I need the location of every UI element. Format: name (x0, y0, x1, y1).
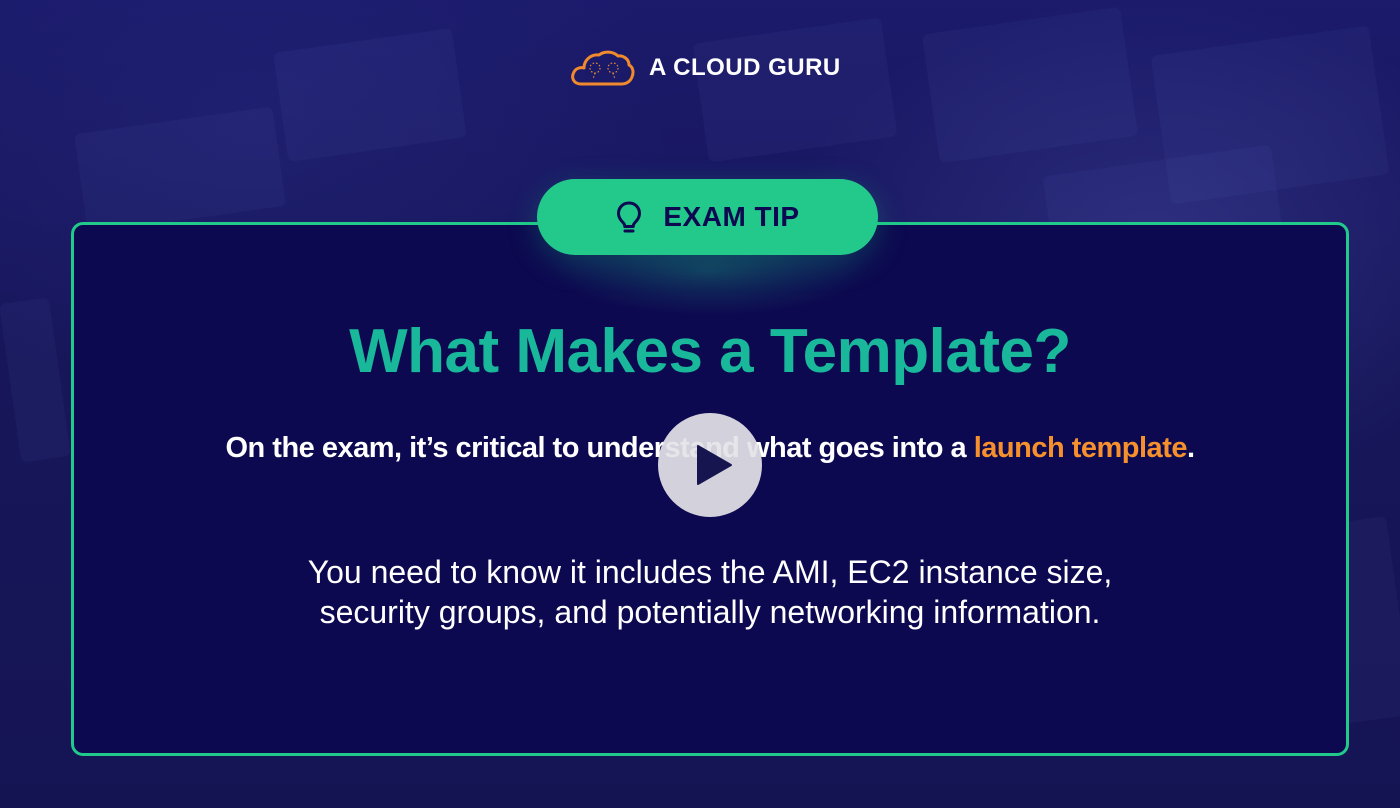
cloud-icon (571, 50, 635, 86)
brand-name: A CLOUD GURU (649, 54, 841, 81)
play-icon (697, 445, 732, 485)
background-tile (74, 106, 286, 234)
slide-title: What Makes a Template? (349, 317, 1071, 386)
background-tile (273, 28, 467, 162)
background-tile (692, 17, 898, 163)
subtitle-text: On the exam, it’s critical to understand… (225, 432, 974, 464)
brand-logo: A CLOUD GURU (569, 46, 841, 90)
exam-tip-badge: EXAM TIP (537, 179, 878, 255)
play-button[interactable] (658, 413, 762, 517)
subtitle-period: . (1186, 432, 1195, 464)
video-frame: A CLOUD GURU EXAM TIP What Makes a Templ… (0, 0, 1400, 808)
badge-label: EXAM TIP (663, 201, 800, 232)
background-tile (921, 6, 1139, 164)
lightbulb-icon (617, 201, 642, 233)
background-tile (0, 297, 71, 463)
body-line: security groups, and potentially network… (319, 594, 1101, 630)
subtitle-highlight: launch template (973, 432, 1188, 464)
body-line: You need to know it includes the AMI, EC… (307, 554, 1113, 590)
slide-body: You need to know it includes the AMI, EC… (71, 552, 1349, 632)
